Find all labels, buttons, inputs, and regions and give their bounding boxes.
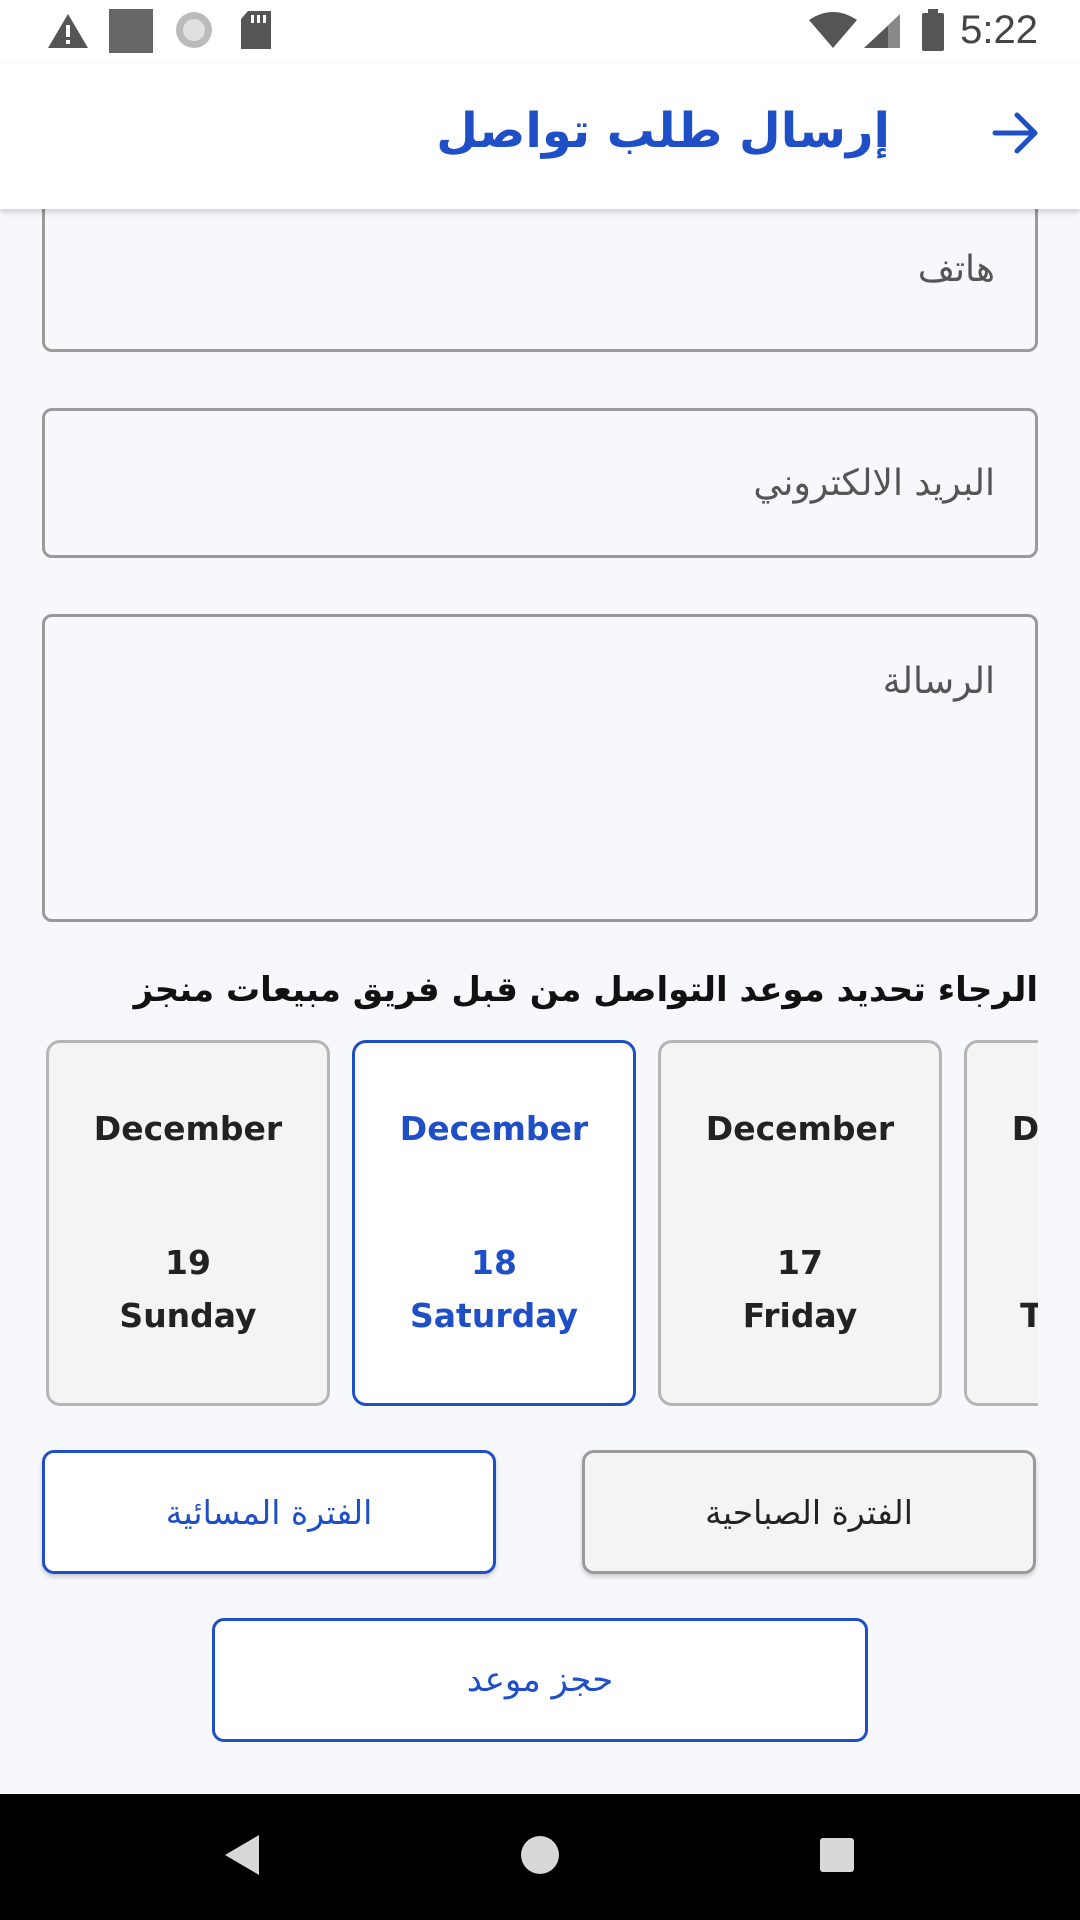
phone-field-label: هاتف [917, 249, 995, 290]
date-weekday: Thursday [1020, 1296, 1038, 1335]
nav-back-button[interactable] [210, 1826, 272, 1888]
phone-field[interactable]: هاتف [42, 190, 1038, 352]
morning-period-button[interactable]: الفترة الصباحية [582, 1450, 1036, 1574]
date-card[interactable]: December 17 Friday [658, 1040, 942, 1406]
evening-period-button[interactable]: الفترة المسائية [42, 1450, 496, 1574]
date-picker-strip[interactable]: December 19 Sunday December 18 Saturday … [42, 1036, 1038, 1411]
clock-time: 5:22 [960, 8, 1038, 52]
date-day: 19 [165, 1243, 211, 1282]
email-field-label: البريد الالكتروني [753, 463, 995, 504]
recents-square-icon [817, 1835, 857, 1879]
sync-circle-icon [174, 10, 214, 54]
page-title: إرسال طلب تواصل [436, 103, 890, 159]
message-field[interactable]: الرسالة [42, 614, 1038, 922]
app-bar: إرسال طلب تواصل [0, 63, 1080, 209]
back-button[interactable] [980, 99, 1052, 171]
system-nav-bar [0, 1794, 1080, 1920]
date-day: 16 [967, 1243, 1038, 1282]
date-weekday: Saturday [410, 1296, 578, 1335]
date-day: 18 [471, 1243, 517, 1282]
date-weekday: Friday [742, 1296, 858, 1335]
date-card[interactable]: December 19 Sunday [46, 1040, 330, 1406]
nav-recents-button[interactable] [806, 1826, 868, 1888]
date-month: December [399, 1109, 589, 1148]
nav-home-button[interactable] [509, 1826, 571, 1888]
arrow-right-icon [991, 110, 1041, 160]
date-month: December [93, 1109, 283, 1148]
message-field-label: الرسالة [882, 661, 995, 702]
date-month: December [1011, 1109, 1038, 1148]
schedule-prompt: الرجاء تحديد موعد التواصل من قبل فريق مب… [133, 970, 1038, 1010]
date-weekday: Sunday [119, 1296, 257, 1335]
email-field[interactable]: البريد الالكتروني [42, 408, 1038, 558]
date-card[interactable]: December 16 Thursday [964, 1040, 1038, 1406]
battery-icon [920, 8, 946, 56]
date-card-selected[interactable]: December 18 Saturday [352, 1040, 636, 1406]
book-appointment-button[interactable]: حجز موعد [212, 1618, 868, 1742]
back-triangle-icon [221, 1833, 261, 1881]
warning-icon [46, 12, 90, 54]
image-placeholder-icon [108, 8, 154, 58]
status-bar: 5:22 [0, 0, 1080, 63]
wifi-icon [808, 12, 858, 54]
signal-icon [862, 12, 902, 54]
date-day: 17 [777, 1243, 823, 1282]
date-month: December [705, 1109, 895, 1148]
home-circle-icon [518, 1833, 562, 1881]
sd-card-icon [240, 10, 272, 54]
